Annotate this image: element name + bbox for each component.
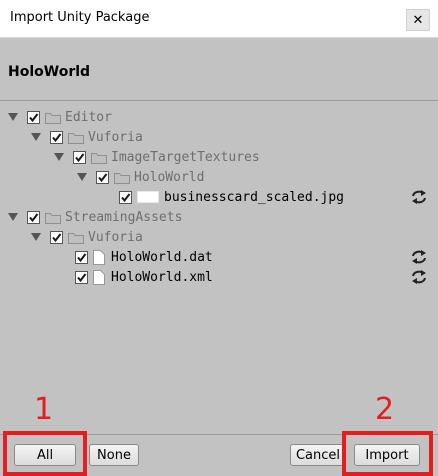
tree-row-editor[interactable]: Editor [8,107,112,127]
tree-item-label: businesscard_scaled.jpg [164,189,345,205]
tree-row-imagetargettextures[interactable]: ImageTargetTextures [54,147,260,167]
folder-icon [114,171,130,184]
file-icon [93,269,105,285]
tree-item-label: Editor [65,109,112,125]
tree-row-holoworld-folder[interactable]: HoloWorld [77,167,204,187]
tree-item-label: HoloWorld [134,169,205,185]
expand-arrow-icon[interactable] [31,232,42,242]
checkbox[interactable] [73,150,86,164]
cancel-button[interactable]: Cancel [290,444,346,466]
expand-arrow-icon[interactable] [31,132,42,142]
annotation-number-1: 1 [34,392,54,427]
checkbox[interactable] [75,270,88,284]
sync-icon [412,270,426,284]
window-title: Import Unity Package [10,10,150,25]
checkbox[interactable] [50,230,63,244]
checkbox[interactable] [50,130,63,144]
tree-item-label: HoloWorld.xml [111,269,213,285]
folder-icon [45,111,61,124]
tree-row-vuforia-streaming[interactable]: Vuforia [31,227,143,247]
package-tree: Editor Vuforia ImageTargetTextures HoloW… [0,101,438,434]
package-header: HoloWorld [0,38,438,101]
expand-arrow-icon[interactable] [54,152,65,162]
tree-row-holoworld-xml[interactable]: HoloWorld.xml [75,267,213,287]
close-button[interactable]: ✕ [406,9,430,31]
file-icon [93,249,105,265]
folder-icon [91,151,107,164]
checkbox[interactable] [27,210,40,224]
image-file-icon [137,191,159,203]
package-name: HoloWorld [8,64,91,80]
sync-icon [412,250,426,264]
folder-icon [68,231,84,244]
highlight-box-all [3,431,87,476]
expand-arrow-icon[interactable] [8,112,19,122]
tree-item-label: Vuforia [88,129,143,145]
highlight-box-import [342,431,433,476]
tree-row-holoworld-dat[interactable]: HoloWorld.dat [75,247,213,267]
folder-icon [45,211,61,224]
folder-icon [68,131,84,144]
checkbox[interactable] [119,190,132,204]
expand-arrow-icon[interactable] [8,212,19,222]
title-bar: Import Unity Package ✕ [0,0,438,38]
expand-arrow-icon[interactable] [77,172,88,182]
tree-row-streamingassets[interactable]: StreamingAssets [8,207,182,227]
checkbox[interactable] [27,110,40,124]
tree-item-label: ImageTargetTextures [111,149,260,165]
tree-item-label: HoloWorld.dat [111,249,213,265]
tree-item-label: StreamingAssets [65,209,183,225]
tree-item-label: Vuforia [88,229,143,245]
sync-icon [412,190,426,204]
none-button[interactable]: None [89,444,139,466]
annotation-number-2: 2 [375,392,395,427]
tree-row-businesscard[interactable]: businesscard_scaled.jpg [119,187,344,207]
tree-row-vuforia[interactable]: Vuforia [31,127,143,147]
close-icon: ✕ [412,12,424,28]
checkbox[interactable] [75,250,88,264]
checkbox[interactable] [96,170,109,184]
